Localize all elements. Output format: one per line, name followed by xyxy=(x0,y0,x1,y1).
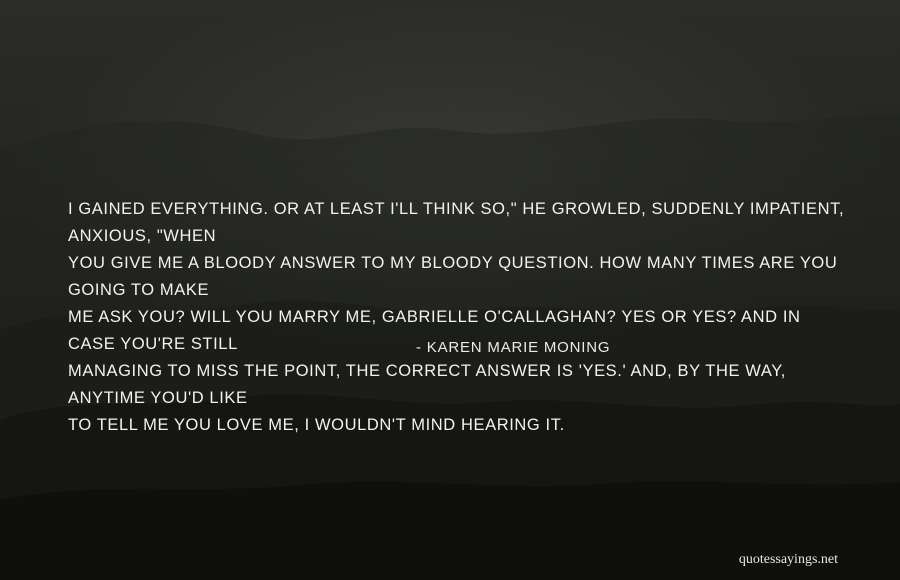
quote-image: I gained everything. Or at least I'll th… xyxy=(0,0,900,580)
quote-author: - Karen Marie Moning xyxy=(416,339,611,356)
quote-text: I gained everything. Or at least I'll th… xyxy=(68,200,845,434)
site-watermark: quotessayings.net xyxy=(738,552,838,567)
